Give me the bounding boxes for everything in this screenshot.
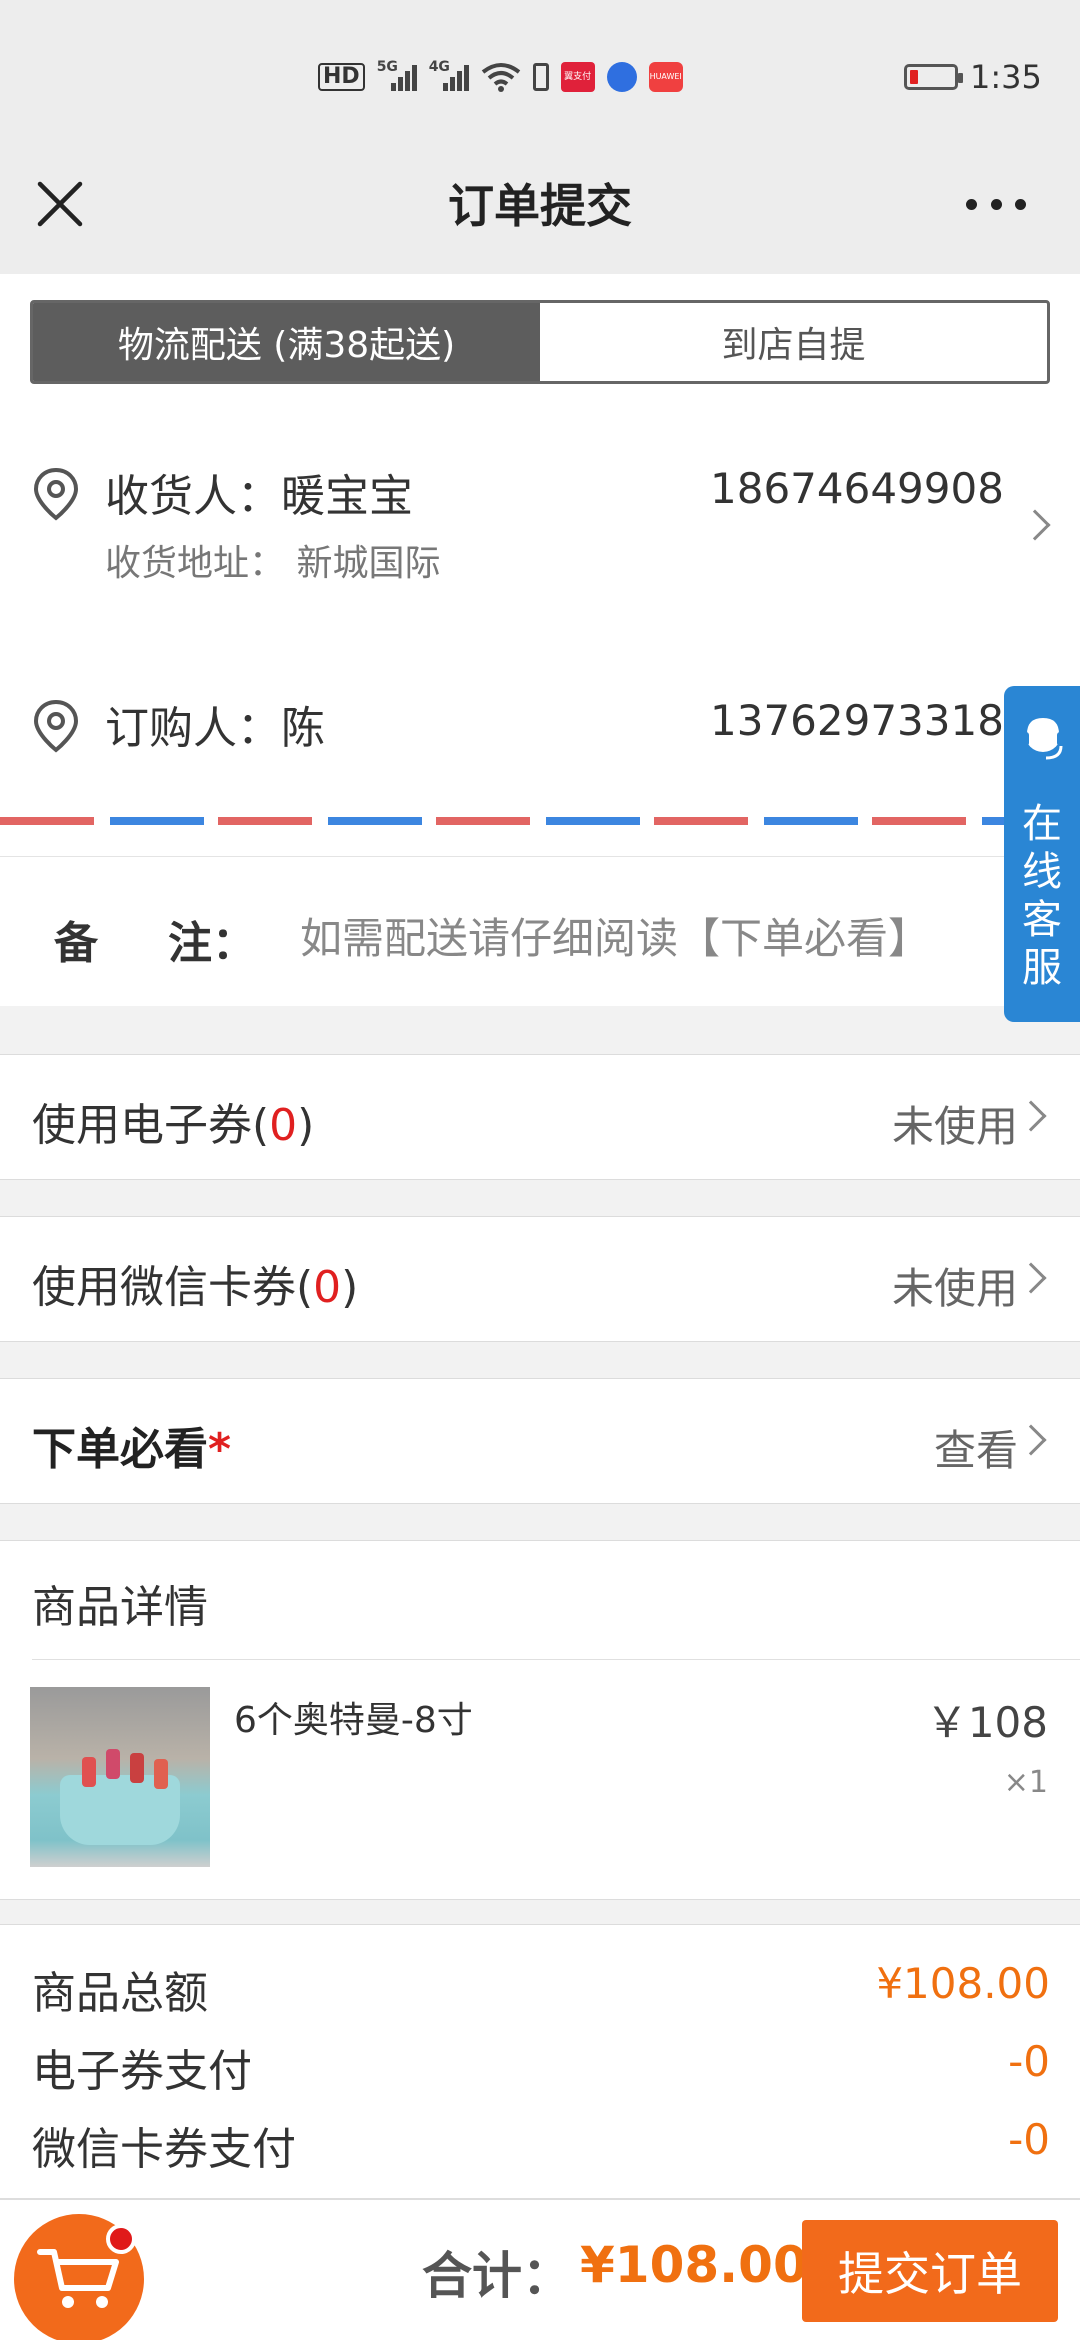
signal-4g-label: 4G xyxy=(428,59,450,75)
e-coupon-row[interactable]: 使用电子券(0) 未使用 xyxy=(0,1054,1080,1180)
wechat-coupon-value: 未使用 xyxy=(891,1264,1018,1313)
signal-5g-icon: 5G xyxy=(377,59,417,91)
wechat-coupon-close: ) xyxy=(341,1262,359,1313)
status-icons: HD 5G 4G 翼支付 HUAWEI xyxy=(318,59,683,92)
more-icon[interactable] xyxy=(966,194,1026,214)
pay-app-icon: 翼支付 xyxy=(560,62,595,92)
summary-value: ¥108.00 xyxy=(876,1959,1050,2008)
remark-field[interactable]: 备 注： 如需配送请仔细阅读【下单必看】 xyxy=(0,856,1080,1006)
must-read-value: 查看 xyxy=(933,1426,1018,1475)
location-pin-icon xyxy=(33,699,79,753)
divider xyxy=(32,1659,1080,1660)
summary-label: 商品总额 xyxy=(32,1968,208,2019)
required-mark: * xyxy=(208,1424,232,1475)
submit-order-button[interactable]: 提交订单 xyxy=(802,2220,1058,2322)
summary-label: 微信卡券支付 xyxy=(32,2124,296,2175)
remark-label: 备 注： xyxy=(54,907,256,971)
hd-icon: HD xyxy=(318,63,365,91)
huawei-app-icon: HUAWEI xyxy=(648,62,683,92)
remark-label-a: 备 xyxy=(54,918,98,969)
summary-row: 电子券支付 -0 xyxy=(0,2035,1080,2105)
browser-app-icon xyxy=(606,62,637,92)
buyer-name[interactable]: 订购人：陈 xyxy=(105,692,325,756)
tab-logistics[interactable]: 物流配送 (满38起送) xyxy=(33,303,540,381)
remark-label-b: 注： xyxy=(168,918,256,969)
cart-badge xyxy=(106,2224,136,2254)
goods-price: ￥108 xyxy=(925,1698,1048,1747)
remark-input[interactable]: 如需配送请仔细阅读【下单必看】 xyxy=(300,905,930,966)
e-coupon-count: 0 xyxy=(269,1100,298,1151)
buyer-phone[interactable]: 13762973318 xyxy=(710,696,1004,745)
goods-title: 商品详情 xyxy=(32,1582,208,1633)
bottom-bar: 合计： ¥108.00 提交订单 xyxy=(0,2198,1080,2340)
wechat-coupon-row[interactable]: 使用微信卡券(0) 未使用 xyxy=(0,1216,1080,1342)
total-label: 合计： xyxy=(422,2247,572,2305)
signal-4g-icon: 4G xyxy=(429,59,469,91)
must-read-text: 下单必看 xyxy=(32,1424,208,1475)
goods-quantity: ×1 xyxy=(1003,1765,1048,1800)
delivery-tabs: 物流配送 (满38起送) 到店自提 xyxy=(30,300,1050,384)
wechat-coupon-text: 使用微信卡券( xyxy=(32,1262,314,1313)
summary-row: 商品总额 ¥108.00 xyxy=(0,1957,1080,2027)
customer-service-label: 在线客服 xyxy=(1022,801,1062,991)
goods-name: 6个奥特曼-8寸 xyxy=(234,1700,473,1741)
e-coupon-text: 使用电子券( xyxy=(32,1100,270,1151)
goods-section: 商品详情 6个奥特曼-8寸 ￥108 ×1 xyxy=(0,1540,1080,1900)
status-bar: HD 5G 4G 翼支付 HUAWEI 1:35 xyxy=(0,0,1080,150)
e-coupon-value: 未使用 xyxy=(891,1102,1018,1151)
summary-label: 电子券支付 xyxy=(32,2046,252,2097)
chevron-right-icon[interactable] xyxy=(1015,1100,1047,1132)
wechat-coupon-label: 使用微信卡券(0) xyxy=(32,1251,358,1315)
envelope-stripe xyxy=(0,817,1080,825)
summary-value: -0 xyxy=(1008,2037,1050,2086)
receiver-phone[interactable]: 18674649908 xyxy=(710,464,1004,513)
battery-icon xyxy=(904,64,963,90)
chevron-right-icon[interactable] xyxy=(1019,509,1051,541)
address-block: 物流配送 (满38起送) 到店自提 收货人：暖宝宝 18674649908 收货… xyxy=(0,274,1080,856)
cart-icon xyxy=(37,2249,119,2308)
must-read-label: 下单必看* xyxy=(32,1413,231,1477)
location-pin-icon xyxy=(33,467,79,521)
wifi-icon xyxy=(481,63,520,92)
page-title: 订单提交 xyxy=(448,179,632,233)
summary-value: -0 xyxy=(1008,2115,1050,2164)
cart-button[interactable] xyxy=(14,2214,144,2340)
summary-row: 微信卡券支付 -0 xyxy=(0,2113,1080,2183)
customer-service-tab[interactable]: 在线客服 xyxy=(1004,686,1080,1022)
signal-5g-label: 5G xyxy=(376,59,398,75)
chevron-right-icon[interactable] xyxy=(1015,1424,1047,1456)
must-read-row[interactable]: 下单必看* 查看 xyxy=(0,1378,1080,1504)
e-coupon-close: ) xyxy=(297,1100,315,1151)
clock: 1:35 xyxy=(970,58,1042,96)
e-coupon-label: 使用电子券(0) xyxy=(32,1089,314,1153)
receiver-address[interactable]: 收货地址： 新城国际 xyxy=(105,534,440,586)
total-value: ¥108.00 xyxy=(580,2236,808,2294)
goods-thumbnail[interactable] xyxy=(30,1687,210,1867)
order-content: 物流配送 (满38起送) 到店自提 收货人：暖宝宝 18674649908 收货… xyxy=(0,274,1080,2198)
tab-pickup[interactable]: 到店自提 xyxy=(540,303,1047,381)
chevron-right-icon[interactable] xyxy=(1015,1262,1047,1294)
phone-icon xyxy=(532,63,549,91)
headset-icon xyxy=(1021,713,1065,760)
receiver-name[interactable]: 收货人：暖宝宝 xyxy=(105,460,413,524)
price-summary: 商品总额 ¥108.00 电子券支付 -0 微信卡券支付 -0 xyxy=(0,1924,1080,2198)
wechat-coupon-count: 0 xyxy=(313,1262,342,1313)
nav-bar: 订单提交 xyxy=(0,150,1080,274)
